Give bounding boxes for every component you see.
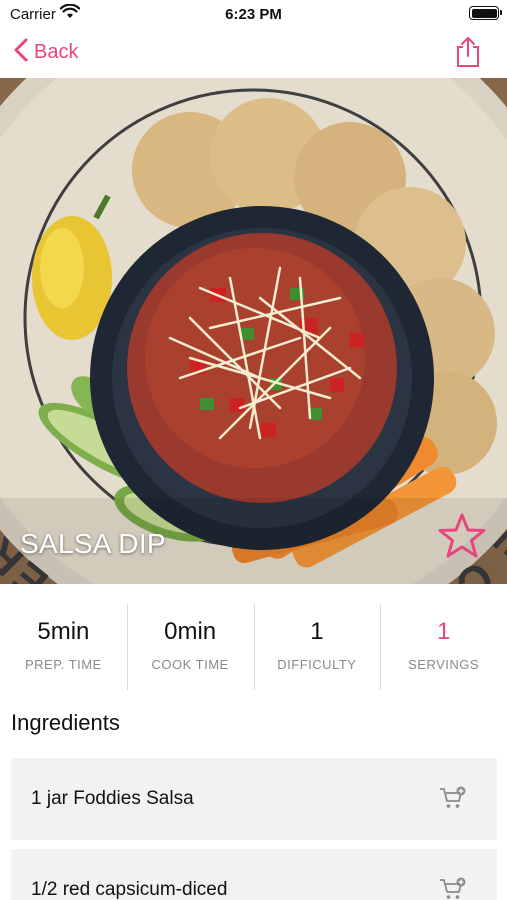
- stat-value: 5min: [37, 618, 90, 645]
- chevron-left-icon: [14, 38, 28, 67]
- add-to-cart-button[interactable]: [439, 877, 467, 900]
- stat-value: 0min: [164, 618, 217, 645]
- share-icon: [455, 37, 481, 72]
- stat-prep-time: 5min PREP. TIME: [0, 600, 127, 692]
- stat-label: PREP. TIME: [24, 657, 102, 672]
- stat-value: 1: [436, 618, 451, 645]
- cart-add-icon: [439, 877, 467, 900]
- add-to-cart-button[interactable]: [439, 786, 467, 815]
- recipe-hero-image: CAMEMBERT GOUDA SWISS CHEDDAR EDAM GORGO…: [0, 78, 507, 584]
- stat-servings[interactable]: 1 SERVINGS: [380, 600, 507, 692]
- recipe-stats: 5min PREP. TIME 0min COOK TIME 1 DIFFICU…: [0, 600, 507, 692]
- back-label: Back: [34, 41, 79, 63]
- star-outline-icon: [437, 513, 487, 564]
- favorite-button[interactable]: [437, 512, 487, 565]
- status-bar: Carrier 6:23 PM: [0, 0, 507, 28]
- stat-difficulty: 1 DIFFICULTY: [253, 600, 381, 692]
- ingredient-row[interactable]: 1/2 red capsicum-diced: [11, 849, 497, 900]
- ingredients-heading: Ingredients: [11, 710, 120, 735]
- navigation-bar: Back: [0, 28, 507, 78]
- ingredient-row[interactable]: 1 jar Foddies Salsa: [11, 758, 497, 840]
- stat-label: SERVINGS: [408, 657, 480, 672]
- ingredient-text: 1/2 red capsicum-diced: [31, 879, 228, 900]
- battery-icon: [469, 6, 502, 20]
- cart-add-icon: [439, 786, 467, 814]
- share-button[interactable]: [455, 36, 481, 73]
- stat-label: DIFFICULTY: [277, 657, 357, 672]
- ingredient-text: 1 jar Foddies Salsa: [31, 788, 194, 809]
- back-button[interactable]: Back: [14, 38, 78, 67]
- stat-cook-time: 0min COOK TIME: [126, 600, 254, 692]
- stat-value: 1: [310, 618, 324, 645]
- stat-label: COOK TIME: [151, 657, 229, 672]
- status-time: 6:23 PM: [225, 6, 282, 23]
- recipe-title: SALSA DIP: [20, 528, 166, 559]
